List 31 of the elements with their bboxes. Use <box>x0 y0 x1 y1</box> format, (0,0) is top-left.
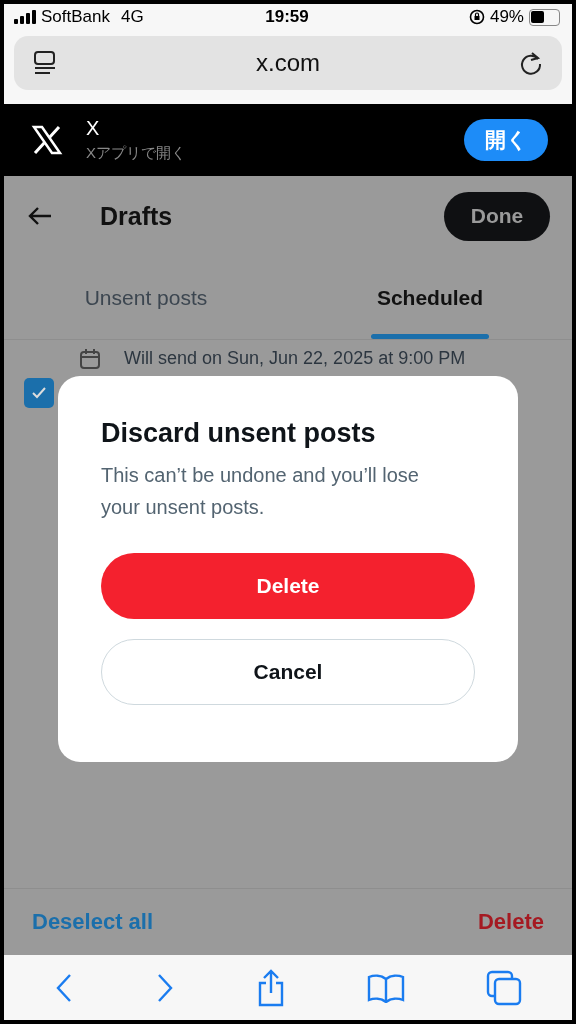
page-title: Drafts <box>100 201 174 231</box>
cancel-button[interactable]: Cancel <box>101 639 475 705</box>
checkmark-icon <box>31 386 47 400</box>
battery-icon <box>529 8 560 26</box>
address-bar[interactable]: x.com <box>14 36 562 90</box>
network-type: 4G <box>121 7 144 27</box>
done-button[interactable]: Done <box>444 191 550 241</box>
tab[interactable]: Unsent posts <box>4 256 288 339</box>
app-name: X <box>86 117 101 140</box>
delete-link[interactable]: Delete <box>477 909 544 935</box>
back-arrow-icon[interactable] <box>28 206 52 226</box>
open-app-button[interactable]: 開く <box>464 119 548 161</box>
reader-icon[interactable] <box>32 50 58 76</box>
checkbox[interactable] <box>24 378 54 408</box>
x-logo-icon <box>30 123 64 157</box>
tabs-icon[interactable] <box>485 969 522 1006</box>
schedule-text: Will send on Sun, Jun 22, 2025 at 9:00 PM <box>124 348 466 369</box>
share-icon[interactable] <box>256 968 286 1007</box>
clock-time: 19:59 <box>265 7 309 27</box>
calendar-icon <box>80 348 100 369</box>
app-subtitle: Xアプリで開く <box>86 144 187 163</box>
delete-button[interactable]: Delete <box>101 553 475 619</box>
carrier-name: SoftBank <box>41 7 110 27</box>
dialog-title: Discard unsent posts <box>101 418 377 449</box>
book-icon[interactable] <box>366 972 405 1003</box>
battery-percent: 49% <box>489 7 524 27</box>
signal-icon <box>14 10 36 24</box>
dialog-message: This can’t be undone and you’ll lose your unsent posts. <box>101 463 420 520</box>
tab[interactable]: Scheduled <box>288 256 572 339</box>
rotation-lock-icon <box>468 9 485 25</box>
reload-icon[interactable] <box>518 50 544 76</box>
